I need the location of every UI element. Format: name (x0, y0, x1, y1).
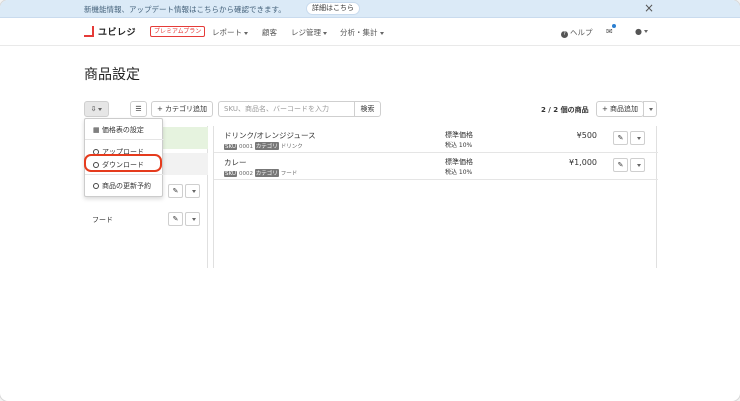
list-view-button[interactable]: ☰ (130, 101, 147, 117)
help-icon: ? (561, 31, 568, 38)
app-window: 新機能情報、アップデート情報はこちらから確認できます。 詳細はこちら × ユビレ… (0, 0, 740, 401)
close-icon[interactable]: × (644, 1, 654, 15)
search-button[interactable]: 検索 (354, 101, 381, 117)
product-count: 2 / 2 個の商品 (541, 106, 589, 114)
add-product-button[interactable]: + 商品追加 (596, 101, 644, 117)
ubiregi-logo[interactable]: ユビレジ (84, 25, 144, 39)
tax-label: 税込 10% (445, 142, 473, 149)
nav-customers[interactable]: 顧客 (262, 27, 277, 38)
clock-icon (93, 183, 99, 189)
upload-download-menu-button[interactable]: ⇩ (84, 101, 109, 117)
product-name: ドリンク/オレンジジュース (224, 131, 316, 140)
chevron-down-icon (643, 30, 648, 33)
price-type: 標準価格 (445, 158, 473, 166)
notice-text: 新機能情報、アップデート情報はこちらから確認できます。 (84, 5, 286, 14)
notice-bar: 新機能情報、アップデート情報はこちらから確認できます。 詳細はこちら × (0, 0, 740, 18)
edit-icon[interactable]: ✎ (613, 131, 628, 145)
notice-details-button[interactable]: 詳細はこちら (306, 2, 360, 15)
nav-analysis[interactable]: 分析・集計 (340, 27, 384, 38)
product-options-button[interactable] (630, 158, 645, 172)
help-menu[interactable]: ? ヘルプ (561, 27, 593, 38)
brand-name: ユビレジ (98, 28, 137, 38)
download-highlight (84, 154, 162, 172)
chevron-down-icon (98, 107, 103, 111)
price: ¥500 (576, 131, 597, 140)
chevron-down-icon (379, 31, 384, 35)
price-type: 標準価格 (445, 131, 473, 139)
page-title: 商品設定 (84, 67, 140, 83)
chevron-down-icon (636, 163, 641, 167)
add-category-button[interactable]: + カテゴリ追加 (151, 101, 213, 117)
plan-badge: プレミアムプラン (150, 26, 206, 37)
chevron-down-icon (191, 189, 196, 193)
menu-divider (85, 174, 164, 175)
search-input[interactable]: SKU、商品名、バーコードを入力 (218, 101, 354, 117)
product-metadata: SKU 0002 カテゴリ フード (224, 169, 298, 177)
chevron-down-icon (191, 217, 196, 221)
logo-mark (84, 26, 94, 37)
price: ¥1,000 (569, 158, 597, 167)
nav-register-management[interactable]: レジ管理 (291, 27, 327, 38)
menu-divider (85, 139, 164, 140)
product-name: カレー (224, 158, 247, 167)
top-navigation: ユビレジ プレミアムプラン レポート 顧客 レジ管理 分析・集計 ? ヘルプ ✉ … (0, 18, 740, 46)
chevron-down-icon (244, 31, 248, 35)
category-options-button[interactable] (185, 212, 200, 226)
user-menu[interactable]: ● (635, 27, 648, 36)
product-list: ドリンク/オレンジジュース SKU 0001 カテゴリ ドリンク 標準価格 税込 1… (213, 126, 658, 268)
chevron-down-icon (636, 136, 641, 140)
tax-label: 税込 10% (445, 169, 473, 176)
product-metadata: SKU 0001 カテゴリ ドリンク (224, 142, 303, 150)
edit-icon[interactable]: ✎ (613, 158, 628, 172)
add-product-dropdown[interactable] (643, 101, 657, 117)
price-table-settings-menu-item[interactable]: ▦ 価格表の設定 (93, 125, 144, 135)
chevron-down-icon (323, 31, 327, 35)
chevron-down-icon (649, 107, 653, 111)
edit-icon[interactable]: ✎ (168, 184, 183, 198)
product-options-button[interactable] (630, 131, 645, 145)
table-row[interactable]: ドリンク/オレンジジュース SKU 0001 カテゴリ ドリンク 標準価格 税込 1… (214, 126, 658, 153)
category-food[interactable]: フード (92, 215, 113, 225)
nav-report[interactable]: レポート (212, 27, 248, 38)
table-icon: ▦ (93, 126, 102, 134)
notification-dot (612, 24, 616, 28)
message-icon[interactable]: ✉ (606, 27, 620, 37)
scheduled-update-menu-item[interactable]: 商品の更新予約 (93, 181, 151, 191)
edit-icon[interactable]: ✎ (168, 212, 183, 226)
category-options-button[interactable] (185, 184, 200, 198)
table-row[interactable]: カレー SKU 0002 カテゴリ フード 標準価格 税込 10% ¥1,000 ✎ (214, 153, 658, 180)
